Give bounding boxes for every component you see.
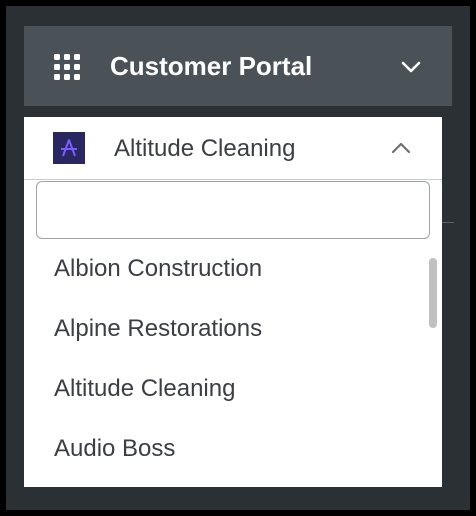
dropdown-option[interactable]: Alpine Restorations <box>54 305 414 353</box>
company-selector[interactable]: Altitude Cleaning <box>24 117 442 179</box>
dropdown-option[interactable]: Audio Boss <box>54 425 414 473</box>
dropdown-option[interactable]: Altitude Cleaning <box>54 365 414 413</box>
chevron-down-icon[interactable] <box>400 56 422 78</box>
window-frame: Customer Portal Altitude Cleaning Albion… <box>0 0 476 516</box>
portal-switcher[interactable]: Customer Portal <box>24 26 452 106</box>
company-logo-icon <box>53 132 85 164</box>
dropdown-option[interactable]: Albion Construction <box>54 245 414 293</box>
company-search-input[interactable] <box>36 181 430 239</box>
apps-grid-icon <box>54 54 80 80</box>
selected-company-label: Altitude Cleaning <box>114 135 296 162</box>
company-dropdown: Albion Construction Alpine Restorations … <box>24 179 442 487</box>
divider <box>442 222 454 223</box>
scrollbar-thumb[interactable] <box>429 258 437 328</box>
portal-title: Customer Portal <box>110 51 313 81</box>
chevron-up-icon[interactable] <box>390 138 412 158</box>
